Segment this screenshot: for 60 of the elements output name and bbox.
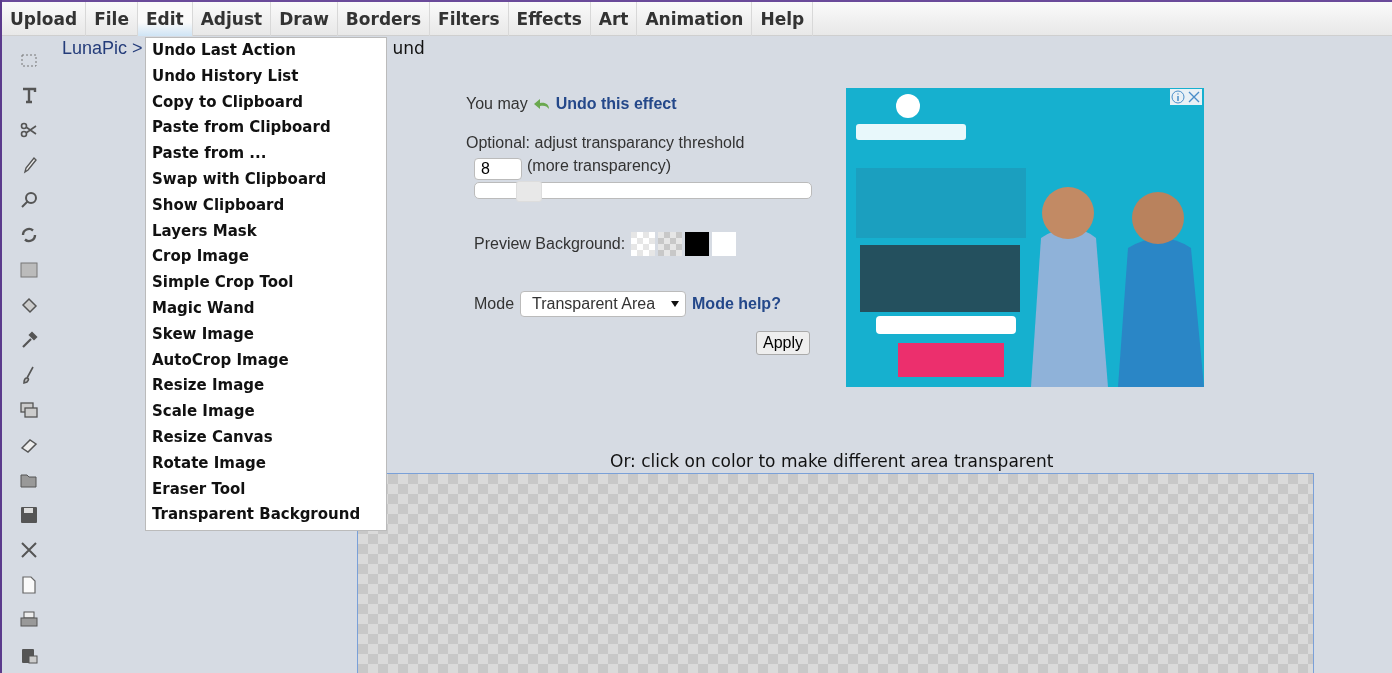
menu-option[interactable]: Skew Image — [146, 321, 386, 348]
search-icon[interactable] — [19, 190, 39, 210]
menu-option[interactable]: Rotate Image — [146, 450, 386, 477]
menu-item[interactable]: Adjust — [192, 2, 272, 36]
layers-icon[interactable] — [19, 400, 39, 420]
menu-option[interactable]: AutoCrop Image — [146, 347, 386, 374]
menu-item[interactable]: Help — [752, 2, 814, 36]
background-swatch[interactable] — [631, 232, 656, 256]
undo-link[interactable]: Undo this effect — [555, 95, 677, 113]
menu-option[interactable]: Layers Mask — [146, 218, 386, 245]
menu-option[interactable]: Swap with Clipboard — [146, 167, 386, 193]
menu-option[interactable]: Undo History List — [146, 63, 386, 90]
menu-option[interactable]: Undo Last Action — [146, 38, 386, 64]
menu-item[interactable]: Draw — [271, 2, 338, 36]
scissors-icon[interactable] — [19, 120, 39, 140]
threshold-field[interactable]: 8 — [474, 158, 522, 180]
menu-option[interactable]: Transparent Background — [146, 502, 386, 529]
menu-item[interactable]: Effects — [508, 2, 591, 36]
menu-option[interactable]: Copy to Clipboard — [146, 89, 386, 116]
mode-help-link[interactable]: Mode help? — [692, 295, 781, 313]
menu-item[interactable]: Art — [590, 2, 638, 36]
menu-option[interactable]: Paste from ... — [146, 141, 386, 167]
background-swatch[interactable] — [712, 232, 737, 256]
printer-icon[interactable] — [19, 610, 39, 630]
close-icon[interactable] — [1187, 90, 1201, 104]
menu-item[interactable]: Animation — [637, 2, 753, 36]
page-title: und — [392, 38, 425, 60]
menu-option[interactable]: Scale Image — [146, 399, 386, 425]
dropdown-caret-icon — [671, 301, 680, 307]
threshold-label: Optional: adjust transparancy threshold — [466, 134, 746, 152]
menu-option[interactable]: Show Clipboard — [146, 192, 386, 219]
menu-item[interactable]: Filters — [430, 2, 509, 36]
mode-label: Mode — [474, 295, 515, 313]
menu-option[interactable]: Paste from Clipboard — [146, 115, 386, 142]
canvas-caption: Or: click on color to make different area transparent — [610, 451, 1055, 471]
menu-option[interactable]: Crop Image — [146, 244, 386, 271]
menu-item[interactable]: Borders — [337, 2, 431, 36]
menu-option[interactable]: Magic Wand — [146, 295, 386, 322]
menu-option[interactable]: Resize Image — [146, 373, 386, 400]
menu-option[interactable]: Eraser Tool — [146, 476, 386, 503]
threshold-slider[interactable] — [474, 182, 812, 199]
menu-item[interactable]: Upload — [2, 2, 87, 36]
background-swatch[interactable] — [685, 232, 710, 256]
background-swatch[interactable] — [658, 232, 683, 256]
menu-option[interactable]: Resize Canvas — [146, 424, 386, 451]
document-icon[interactable] — [19, 575, 39, 595]
menu-item[interactable]: File — [86, 2, 138, 36]
info-icon[interactable] — [1171, 90, 1185, 104]
rotate-icon[interactable] — [19, 225, 39, 245]
menu-item[interactable]: Edit — [137, 2, 193, 36]
preview-label: Preview Background: — [474, 235, 626, 253]
mode-dropdown[interactable]: Transparent Area — [520, 291, 687, 317]
close-icon[interactable] — [19, 540, 39, 560]
menu-option[interactable]: Simple Crop Tool — [146, 270, 386, 296]
breadcrumb-link[interactable]: LunaPic > — [62, 38, 143, 68]
apply-button[interactable]: Apply — [755, 331, 810, 355]
slider-thumb[interactable] — [515, 181, 542, 202]
save-icon[interactable] — [19, 505, 39, 525]
undo-label: You may — [466, 95, 528, 113]
threshold-hint: (more transparency) — [527, 157, 672, 175]
